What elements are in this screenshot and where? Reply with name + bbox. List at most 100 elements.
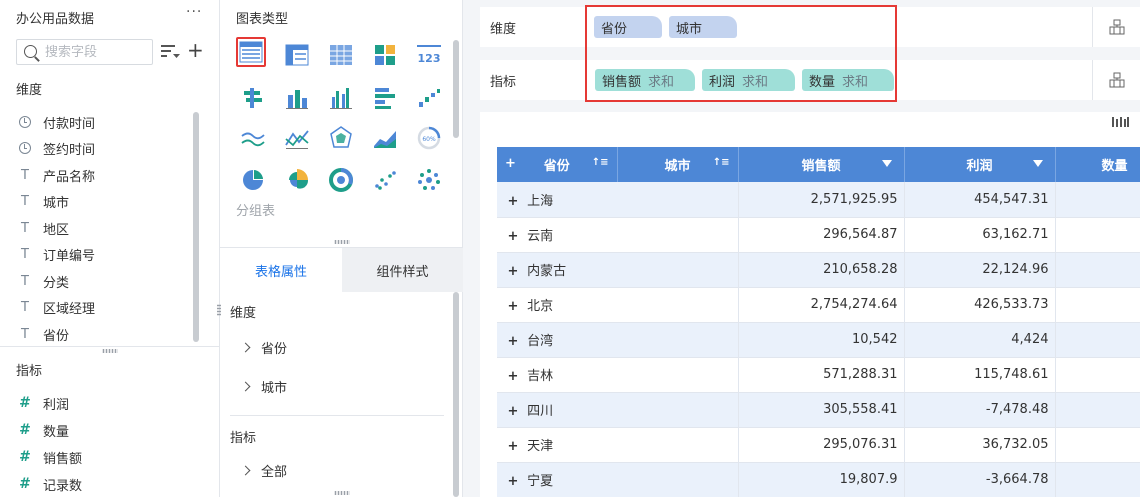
table-row[interactable]: + 台湾 10,542 4,424 [497, 322, 1140, 358]
add-icon[interactable]: + [187, 40, 204, 60]
tab-table-properties[interactable]: 表格属性 [220, 248, 342, 292]
metric-section-label: 指标 [16, 364, 43, 379]
table-row[interactable]: + 北京 2,754,274.64 426,533.73 [497, 287, 1140, 323]
expand-icon[interactable]: + [503, 439, 523, 454]
bubble-chart-icon[interactable] [414, 165, 444, 195]
grouped-table-icon[interactable] [236, 37, 266, 67]
hash-icon: # [19, 476, 31, 492]
table-row[interactable]: + 吉林 571,288.31 115,748.61 [497, 357, 1140, 393]
column-header-city[interactable]: 城市 ↑≡ [617, 147, 739, 182]
resize-grip-icon[interactable] [334, 240, 350, 244]
search-icon [24, 45, 37, 58]
scatter-chart-icon[interactable] [370, 165, 400, 195]
sort-asc-icon[interactable]: ↑≡ [713, 157, 730, 168]
field-item[interactable]: T 省份 [16, 323, 69, 345]
gauge-icon[interactable]: 60% [414, 123, 444, 153]
polyline-chart-icon[interactable] [282, 123, 312, 153]
expand-icon[interactable]: + [503, 194, 523, 209]
panel-divider [0, 346, 219, 347]
field-item[interactable]: T 产品名称 [16, 164, 95, 186]
props-divider [230, 415, 444, 416]
side-resize-grip-icon[interactable] [217, 304, 221, 316]
field-item[interactable]: 付款时间 [16, 111, 95, 133]
field-item[interactable]: # 记录数 [16, 473, 82, 495]
props-dimension-item[interactable]: 省份 [240, 338, 287, 357]
field-item[interactable]: 签约时间 [16, 137, 95, 159]
field-item[interactable]: # 数量 [16, 419, 69, 441]
text-type-icon: T [21, 299, 29, 315]
props-metric-label: 指标 [230, 431, 257, 446]
cross-table-icon[interactable] [282, 40, 312, 70]
field-item[interactable]: # 利润 [16, 392, 69, 414]
waterfall-icon[interactable] [414, 83, 444, 113]
table-row[interactable]: + 天津 295,076.31 36,732.05 [497, 427, 1140, 463]
caret-down-icon[interactable] [1032, 160, 1043, 167]
column-header-profit[interactable]: 利润 [904, 147, 1056, 182]
sort-icon[interactable] [159, 41, 181, 63]
column-header-quantity[interactable]: 数量 [1055, 147, 1140, 182]
table-row[interactable]: + 上海 2,571,925.95 454,547.31 [497, 182, 1140, 218]
resize-grip-icon[interactable] [334, 491, 350, 495]
properties-scrollbar[interactable] [453, 292, 459, 497]
search-input[interactable] [45, 43, 149, 61]
field-item[interactable]: # 销售额 [16, 446, 82, 468]
table-row[interactable]: + 宁夏 19,807.9 -3,664.78 [497, 462, 1140, 497]
expand-icon[interactable]: + [503, 334, 523, 349]
clock-icon [19, 142, 31, 154]
expand-all-icon[interactable]: + [505, 156, 516, 171]
table-row[interactable]: + 内蒙古 210,658.28 22,124.96 [497, 252, 1140, 288]
resize-grip-icon[interactable] [102, 349, 118, 353]
pie-chart-icon[interactable] [238, 165, 268, 195]
expand-icon[interactable]: + [503, 264, 523, 279]
canvas-area: 维度 省份 城市 指标 销售额 求和 利润 求和 数量 求和 + 省份 ↑≡ 城… [464, 0, 1140, 497]
expand-icon[interactable]: + [503, 369, 523, 384]
chart-type-title: 图表类型 [236, 12, 289, 27]
dimension-scrollbar[interactable] [193, 112, 199, 342]
donut-chart-icon[interactable] [326, 165, 356, 195]
expand-icon[interactable]: + [503, 229, 523, 244]
line-chart-icon[interactable] [238, 123, 268, 153]
color-block-icon[interactable] [370, 40, 400, 70]
chart-type-scrollbar[interactable] [453, 40, 459, 138]
shelf-settings-icon[interactable] [1092, 7, 1140, 47]
chevron-right-icon [240, 381, 251, 392]
sort-asc-icon[interactable]: ↑≡ [592, 157, 609, 168]
svg-text:60%: 60% [422, 136, 436, 143]
expand-icon[interactable]: + [503, 404, 523, 419]
field-item[interactable]: T 区域经理 [16, 296, 95, 318]
chevron-right-icon [240, 465, 251, 476]
detail-table-icon[interactable] [326, 40, 356, 70]
kpi-number-icon[interactable]: 123 [414, 40, 444, 70]
table-row[interactable]: + 四川 305,558.41 -7,478.48 [497, 392, 1140, 428]
props-dimension-label: 维度 [230, 306, 257, 321]
hash-icon: # [19, 422, 31, 438]
column-chart-icon[interactable] [282, 83, 312, 113]
props-dimension-item[interactable]: 城市 [240, 377, 287, 396]
expand-icon[interactable]: + [503, 474, 523, 489]
chevron-right-icon [240, 342, 251, 353]
field-item[interactable]: T 地区 [16, 217, 69, 239]
column-header-sales[interactable]: 销售额 [738, 147, 905, 182]
field-item[interactable]: T 订单编号 [16, 243, 95, 265]
more-icon[interactable]: ··· [186, 4, 202, 20]
grouped-column-icon[interactable] [326, 83, 356, 113]
hash-icon: # [19, 395, 31, 411]
tab-component-style[interactable]: 组件样式 [342, 248, 463, 292]
field-item[interactable]: T 分类 [16, 270, 69, 292]
caret-down-icon[interactable] [881, 160, 892, 167]
rose-chart-icon[interactable] [282, 165, 312, 195]
expand-icon[interactable]: + [503, 299, 523, 314]
shelf-settings-icon[interactable] [1092, 60, 1140, 100]
column-adjust-icon[interactable] [1110, 114, 1130, 130]
table-row[interactable]: + 云南 296,564.87 63,162.71 [497, 217, 1140, 253]
field-item[interactable]: T 城市 [16, 190, 69, 212]
text-type-icon: T [21, 167, 29, 183]
radar-chart-icon[interactable] [326, 123, 356, 153]
area-chart-icon[interactable] [370, 123, 400, 153]
bar-h-stack-icon[interactable] [238, 83, 268, 113]
column-header-province[interactable]: + 省份 ↑≡ [497, 147, 618, 182]
bar-chart-icon[interactable] [370, 83, 400, 113]
dimension-section-label: 维度 [16, 83, 43, 98]
props-metric-item[interactable]: 全部 [240, 461, 287, 480]
highlight-annotation [585, 5, 897, 102]
